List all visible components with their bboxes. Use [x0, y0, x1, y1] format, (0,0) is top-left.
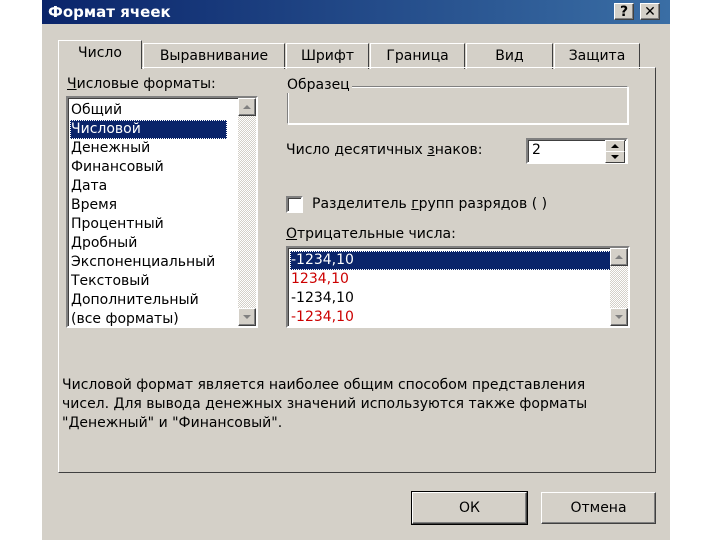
- tab-font[interactable]: Шрифт: [286, 43, 369, 69]
- list-item[interactable]: Общий: [70, 101, 122, 120]
- ok-button[interactable]: ОК: [411, 491, 528, 525]
- tab-label: Выравнивание: [159, 48, 269, 64]
- tab-protection[interactable]: Защита: [554, 43, 640, 69]
- arrow-down-icon: [243, 315, 251, 319]
- tab-label: Число: [78, 45, 122, 61]
- arrow-up-icon: [243, 105, 251, 109]
- scroll-down-button[interactable]: [238, 308, 256, 326]
- scroll-up-button[interactable]: [610, 248, 628, 266]
- list-item[interactable]: Дробный: [70, 234, 137, 253]
- decimals-value[interactable]: 2: [532, 142, 541, 158]
- negative-scrollbar[interactable]: [610, 248, 628, 326]
- cancel-button[interactable]: Отмена: [541, 492, 656, 524]
- help-button[interactable]: ?: [614, 3, 634, 20]
- list-item[interactable]: Дополнительный: [70, 291, 199, 310]
- close-icon: ✕: [644, 4, 656, 20]
- list-item-selected[interactable]: -1234,10: [290, 251, 611, 270]
- list-item[interactable]: 1234,10: [290, 270, 349, 289]
- negative-numbers-listbox[interactable]: -1234,10 1234,10 -1234,10 -1234,10: [286, 246, 630, 328]
- separator-checkbox[interactable]: [286, 196, 303, 213]
- help-icon: ?: [619, 4, 629, 20]
- tab-alignment[interactable]: Выравнивание: [143, 43, 285, 69]
- tab-label: Граница: [386, 48, 449, 64]
- tab-border[interactable]: Граница: [370, 43, 465, 69]
- scroll-down-button[interactable]: [610, 308, 628, 326]
- spin-down-button[interactable]: [605, 151, 625, 163]
- tab-number[interactable]: Число: [58, 40, 142, 69]
- arrow-down-icon: [615, 315, 623, 319]
- list-item[interactable]: -1234,10: [290, 289, 354, 308]
- negative-numbers-label: Отрицательные числа:: [286, 226, 456, 242]
- scroll-up-button[interactable]: [238, 98, 256, 116]
- dialog-title: Формат ячеек: [48, 3, 171, 21]
- list-item[interactable]: Денежный: [70, 139, 150, 158]
- arrow-up-icon: [615, 255, 623, 259]
- tab-label: Шрифт: [300, 48, 355, 64]
- format-description: Числовой формат является наиболее общим …: [62, 376, 662, 433]
- decimals-label: Число десятичных знаков:: [286, 142, 483, 158]
- list-item[interactable]: Экспоненциальный: [70, 253, 215, 272]
- description-line: Числовой формат является наиболее общим …: [62, 377, 586, 393]
- description-line: "Денежный" и "Финансовый".: [62, 415, 283, 431]
- description-line: чисел. Для вывода денежных значений испо…: [62, 396, 588, 412]
- close-button[interactable]: ✕: [640, 3, 660, 20]
- list-item[interactable]: Финансовый: [70, 158, 164, 177]
- spin-down-icon: [611, 155, 619, 159]
- list-item[interactable]: Время: [70, 196, 117, 215]
- list-item[interactable]: (все форматы): [70, 310, 179, 329]
- separator-label[interactable]: Разделитель групп разрядов ( ): [312, 196, 547, 212]
- spin-up-icon: [611, 144, 619, 148]
- list-item[interactable]: Текстовый: [70, 272, 149, 291]
- tab-label: Защита: [568, 48, 626, 64]
- decimals-spinbox[interactable]: 2: [526, 138, 628, 164]
- tab-patterns[interactable]: Вид: [466, 43, 553, 69]
- list-item-selected[interactable]: Числовой: [70, 120, 227, 139]
- sample-legend: Образец: [285, 77, 352, 93]
- formats-scrollbar[interactable]: [238, 98, 256, 326]
- list-item[interactable]: -1234,10: [290, 308, 354, 327]
- list-item[interactable]: Процентный: [70, 215, 164, 234]
- list-item[interactable]: Дата: [70, 177, 107, 196]
- number-formats-listbox[interactable]: Общий Числовой Денежный Финансовый Дата …: [66, 96, 258, 328]
- title-bar[interactable]: Формат ячеек ? ✕: [42, 0, 670, 24]
- number-formats-label: Числовые форматы:: [67, 76, 216, 92]
- tab-label: Вид: [495, 48, 524, 64]
